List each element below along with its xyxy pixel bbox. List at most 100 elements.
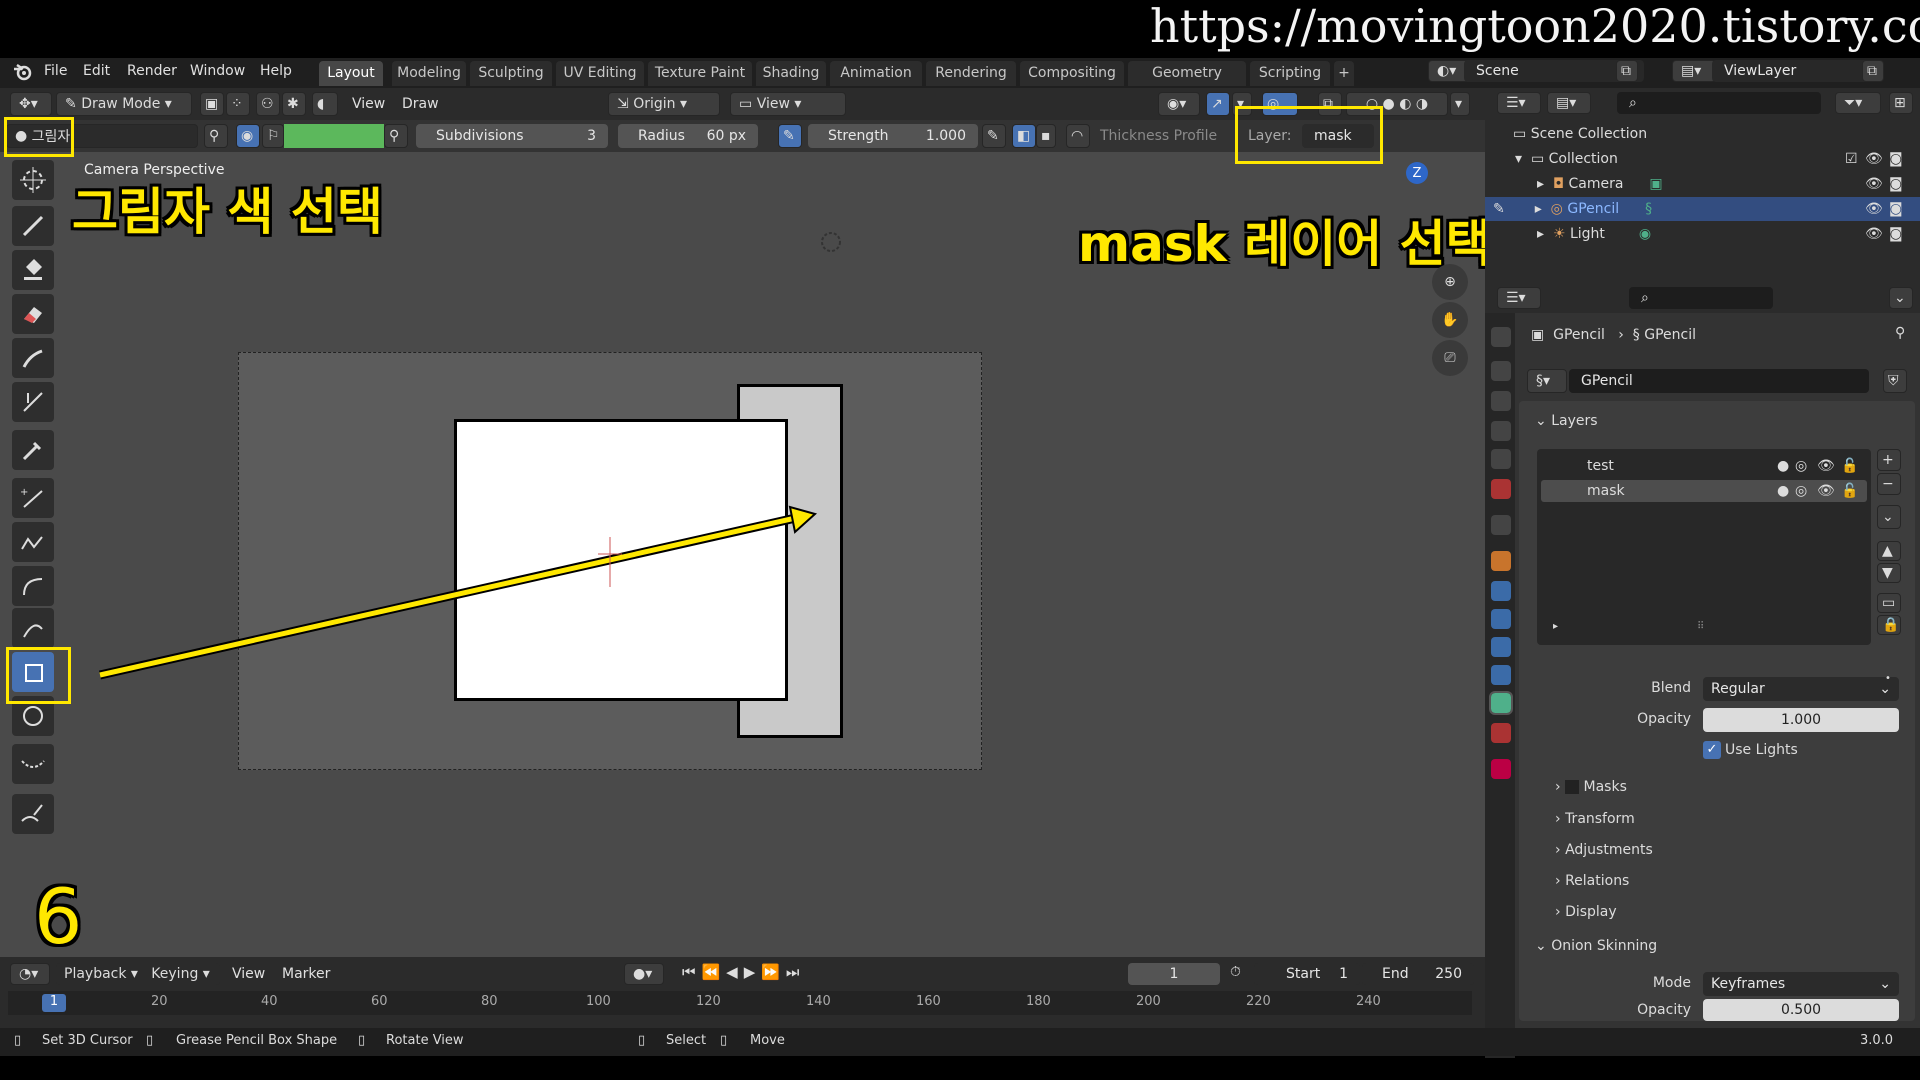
blend-dropdown[interactable]: Regular ⌄	[1703, 677, 1899, 701]
tab-animation[interactable]: Animation	[830, 61, 922, 86]
menu-window[interactable]: Window	[190, 58, 245, 84]
camera-render-icon[interactable]: ◙	[1889, 226, 1903, 242]
tool-tab-icon[interactable]	[1491, 327, 1511, 347]
menu-render[interactable]: Render	[127, 58, 177, 84]
outliner-row-collection[interactable]: ▾ ▭ Collection ☑ 👁 ◙	[1485, 147, 1920, 171]
tab-modeling[interactable]: Modeling	[392, 61, 466, 86]
expand-icon[interactable]: ▾	[1515, 151, 1531, 167]
view-layer-icon[interactable]: ▤▾	[1672, 60, 1716, 82]
tab-scripting[interactable]: Scripting	[1250, 61, 1330, 86]
arc-tool-icon[interactable]	[12, 566, 54, 606]
axis-z-gizmo[interactable]: Z	[1406, 162, 1428, 184]
expand-icon[interactable]: ▸	[1537, 176, 1553, 192]
outliner-row-light[interactable]: ▸ ☀ Light ◉ 👁 ◙	[1485, 222, 1920, 246]
hand-icon[interactable]: ✋	[1432, 302, 1468, 338]
menu-help[interactable]: Help	[260, 58, 292, 84]
brush-icon[interactable]: ◉	[236, 124, 260, 148]
opacity-slider[interactable]: 1.000	[1703, 708, 1899, 732]
start-frame-field[interactable]: Start 1	[1254, 963, 1360, 985]
move-down-icon[interactable]: ▼	[1877, 563, 1901, 583]
onion-icon[interactable]: ◎	[1795, 483, 1807, 499]
layer-item-test[interactable]: test ● ◎ 👁 🔓	[1541, 455, 1867, 477]
strength-pressure-icon[interactable]: ✎	[982, 124, 1006, 148]
tab-texture-paint[interactable]: Texture Paint	[648, 61, 752, 86]
move-up-icon[interactable]: ▲	[1877, 541, 1901, 561]
tab-geometry-nodes[interactable]: Geometry Nodes	[1128, 61, 1246, 106]
onion-icon[interactable]: ◎	[1795, 458, 1807, 474]
select-mode-icon[interactable]: ⁘	[226, 92, 250, 116]
draw-tool-icon[interactable]	[12, 206, 54, 246]
color-mode-icon[interactable]: ⚐	[262, 124, 284, 148]
new-scene-icon[interactable]: ⧉	[1616, 60, 1638, 82]
autoclean-icon[interactable]: ⚇	[256, 92, 280, 116]
outliner-row-gpencil[interactable]: ✎ ▸ ◎ GPencil § 👁 ◙	[1485, 197, 1920, 221]
keyframe-dot-icon[interactable]: •	[1885, 673, 1891, 684]
tab-layout[interactable]: Layout	[319, 61, 383, 86]
line-tool-icon[interactable]: +	[12, 478, 54, 518]
properties-editor-icon[interactable]: ☰▾	[1497, 287, 1541, 309]
eye-icon[interactable]: 👁	[1865, 151, 1883, 167]
keying-menu[interactable]: Keying	[151, 966, 198, 982]
object-tab-icon[interactable]	[1491, 551, 1511, 571]
tab-sculpting[interactable]: Sculpting	[470, 61, 552, 86]
eye-icon[interactable]: 👁	[1817, 483, 1835, 499]
subpanel-display[interactable]: › Display	[1555, 904, 1617, 920]
new-collection-icon[interactable]: ⊞	[1889, 92, 1913, 114]
gizmo-icon[interactable]: ↗	[1206, 92, 1230, 116]
texture-tab-icon[interactable]	[1491, 759, 1511, 779]
menu-file[interactable]: File	[44, 58, 67, 84]
datablock-browse-icon[interactable]: §▾	[1527, 369, 1567, 393]
stopwatch-icon[interactable]: ⏱	[1230, 964, 1241, 980]
strength-field[interactable]: Strength 1.000	[808, 124, 978, 148]
timeline-editor-icon[interactable]: ◔▾	[10, 963, 50, 985]
expand-list-icon[interactable]: ▸	[1553, 621, 1558, 632]
fill-tool-icon[interactable]	[12, 250, 54, 290]
subpanel-relations[interactable]: › Relations	[1555, 873, 1629, 889]
camera-view-icon[interactable]: ⎚	[1432, 340, 1468, 376]
extra-icon[interactable]: ▪	[1036, 124, 1056, 148]
new-view-layer-icon[interactable]: ⧉	[1862, 60, 1884, 82]
onion-opacity-slider[interactable]: 0.500	[1703, 999, 1899, 1021]
filter-icon[interactable]: ⏷▾	[1835, 92, 1881, 114]
add-workspace-button[interactable]: +	[1334, 61, 1354, 86]
render-tab-icon[interactable]	[1491, 361, 1511, 381]
effects-tab-icon[interactable]	[1491, 609, 1511, 629]
record-icon[interactable]: ●▾	[624, 963, 664, 985]
checkbox-icon[interactable]: ☑	[1845, 151, 1858, 167]
onion-skinning-header[interactable]: ⌄ Onion Skinning	[1535, 938, 1657, 954]
toggle-icon[interactable]: ◧	[1012, 124, 1036, 148]
curve-icon[interactable]: ◖	[312, 92, 338, 116]
timeline-marker-menu[interactable]: Marker	[282, 961, 330, 987]
lock-all-icon[interactable]: 🔒	[1877, 615, 1901, 635]
collection-tab-icon[interactable]	[1491, 515, 1511, 535]
menu-edit[interactable]: Edit	[83, 58, 110, 84]
expand-icon[interactable]: ▸	[1537, 226, 1553, 242]
layer-menu-icon[interactable]: ⌄	[1877, 505, 1901, 529]
3d-viewport[interactable]: Camera Perspective 그림자 색 선택 mask 레이어 선택 …	[0, 152, 1492, 961]
view-layer-name[interactable]: ViewLayer	[1712, 60, 1872, 82]
eyedropper-tool-icon[interactable]	[12, 430, 54, 470]
layers-panel-header[interactable]: ⌄ Layers	[1535, 413, 1598, 429]
radius-field[interactable]: Radius 60 px	[618, 124, 758, 148]
physics-tab-icon[interactable]	[1491, 637, 1511, 657]
polyline-tool-icon[interactable]	[12, 522, 54, 562]
current-frame-field[interactable]: 1	[1128, 963, 1220, 985]
outliner-editor-icon[interactable]: ☰▾	[1497, 92, 1541, 114]
onion-mode-dropdown[interactable]: Keyframes ⌄	[1703, 972, 1899, 996]
add-layer-icon[interactable]: +	[1877, 449, 1901, 471]
tab-compositing[interactable]: Compositing	[1020, 61, 1124, 86]
isolate-icon[interactable]: ▭	[1877, 593, 1901, 613]
playhead[interactable]: 1	[42, 994, 66, 1012]
subdivisions-field[interactable]: Subdivisions 3	[416, 124, 608, 148]
constraint-tab-icon[interactable]	[1491, 665, 1511, 685]
origin-dropdown[interactable]: ⇲ Origin ▾	[608, 92, 720, 116]
end-frame-field[interactable]: End 250	[1362, 963, 1474, 985]
output-tab-icon[interactable]	[1491, 391, 1511, 411]
resize-handle-icon[interactable]: ⠿	[1697, 621, 1704, 632]
zoom-icon[interactable]: ⊕	[1432, 264, 1468, 300]
tab-rendering[interactable]: Rendering	[926, 61, 1016, 86]
outliner-row-camera[interactable]: ▸ ◘ Camera ▣ 👁 ◙	[1485, 172, 1920, 196]
playback-controls-icon[interactable]: ⏮⏪◀▶⏩⏭	[682, 963, 805, 981]
display-mode-icon[interactable]: ▤▾	[1547, 92, 1591, 114]
eye-icon[interactable]: 👁	[1817, 458, 1835, 474]
